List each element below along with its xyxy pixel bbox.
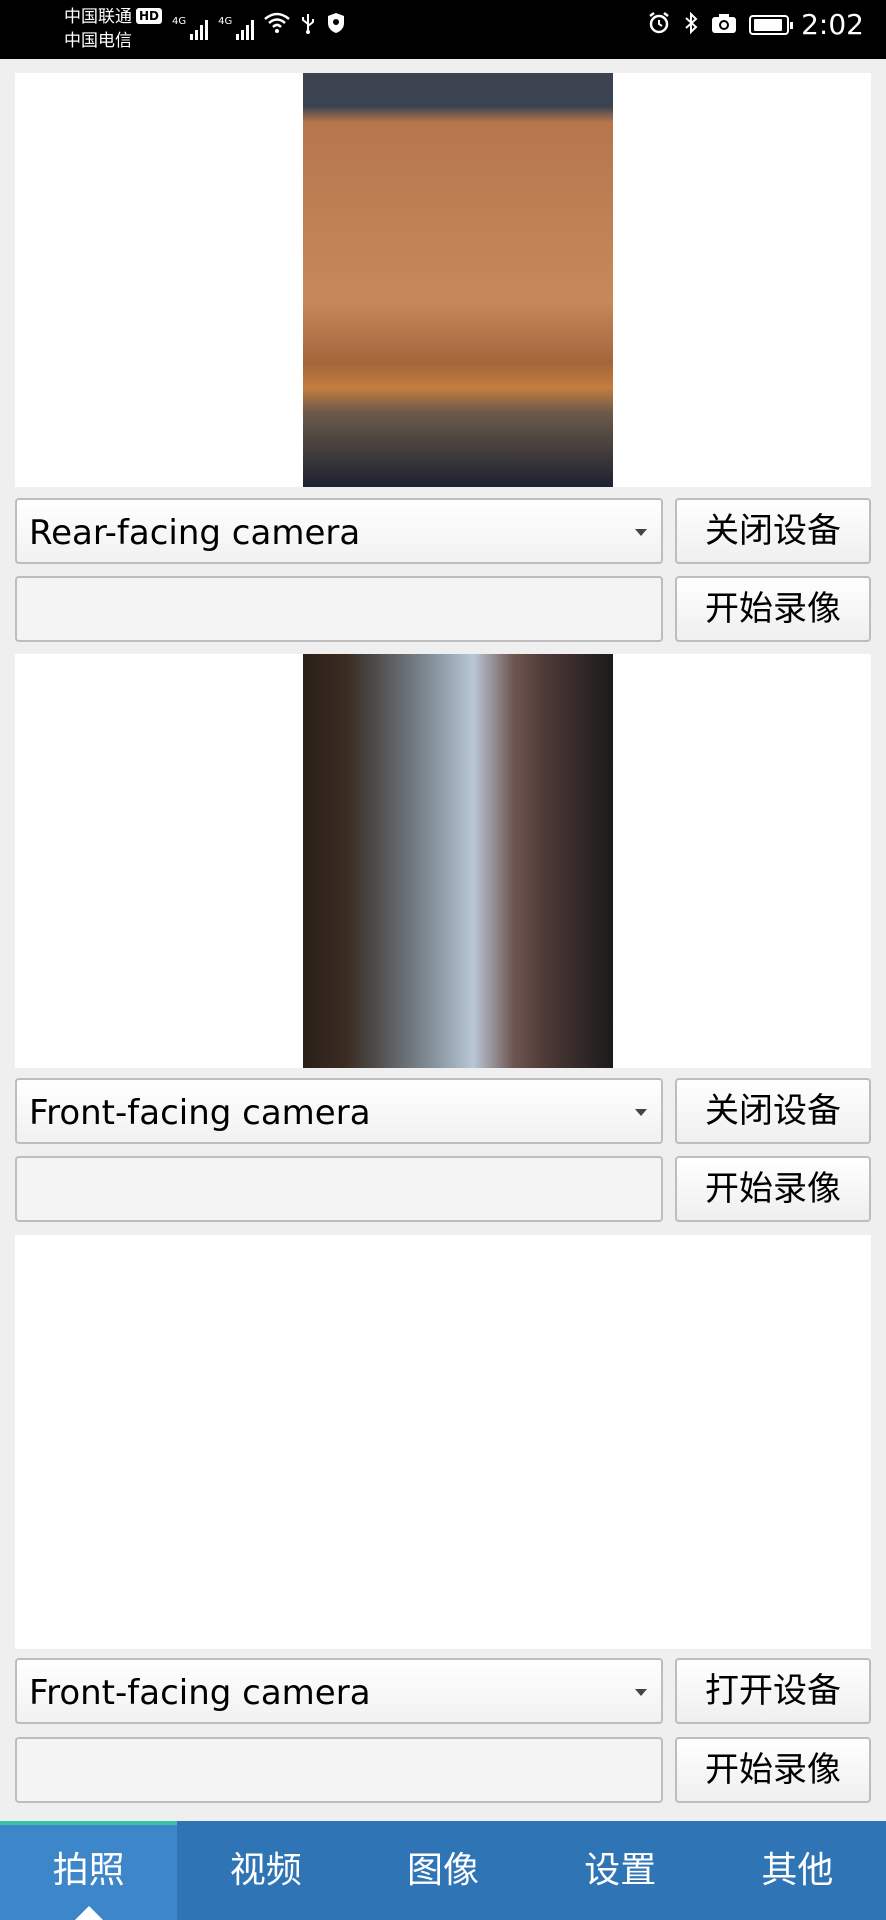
camera-preview-rear <box>15 73 871 487</box>
camera-select-value: Front-facing camera <box>29 1093 371 1133</box>
camera-preview-empty <box>15 1235 871 1649</box>
bluetooth-icon <box>683 11 699 39</box>
carrier-2: 中国电信 <box>64 31 132 51</box>
tab-other[interactable]: 其他 <box>709 1821 886 1920</box>
chevron-down-icon <box>635 1689 647 1696</box>
record-filename-input[interactable] <box>15 1737 663 1803</box>
tab-label: 其他 <box>761 1850 834 1891</box>
record-filename-input[interactable] <box>15 1156 663 1222</box>
status-right: 2:02 <box>647 10 864 40</box>
bottom-tab-bar: 拍照 视频 图像 设置 其他 <box>0 1821 886 1920</box>
open-device-button[interactable]: 打开设备 <box>675 1658 871 1724</box>
tab-label: 视频 <box>229 1850 302 1891</box>
close-device-button[interactable]: 关闭设备 <box>675 498 871 564</box>
camera-select-value: Rear-facing camera <box>29 513 361 553</box>
carrier-info: 中国联通 HD 中国电信 <box>64 5 163 53</box>
hd-badge: HD <box>136 8 163 24</box>
shield-icon <box>326 12 346 40</box>
signal-icon-2: 4G <box>218 16 255 40</box>
start-recording-button[interactable]: 开始录像 <box>675 1737 871 1803</box>
tab-label: 拍照 <box>52 1850 125 1891</box>
status-bar: 中国联通 HD 中国电信 4G 4G 2:02 <box>0 0 886 59</box>
tab-image[interactable]: 图像 <box>354 1821 531 1920</box>
tab-photo[interactable]: 拍照 <box>0 1821 178 1920</box>
tab-label: 设置 <box>584 1850 657 1891</box>
alarm-icon <box>647 11 671 39</box>
chevron-down-icon <box>635 1109 647 1116</box>
active-tab-indicator <box>74 1906 103 1920</box>
camera-icon <box>711 12 737 38</box>
clock: 2:02 <box>801 8 864 41</box>
network-icons: 4G 4G <box>172 12 346 40</box>
camera-preview-front <box>15 654 871 1068</box>
start-recording-button[interactable]: 开始录像 <box>675 576 871 642</box>
camera-feed-image <box>303 73 613 487</box>
camera-select-value: Front-facing camera <box>29 1673 371 1713</box>
tab-label: 图像 <box>407 1850 480 1891</box>
tab-settings[interactable]: 设置 <box>532 1821 709 1920</box>
chevron-down-icon <box>635 529 647 536</box>
battery-icon <box>749 15 794 35</box>
wifi-icon <box>264 12 291 40</box>
camera-select[interactable]: Front-facing camera <box>15 1078 663 1144</box>
record-filename-input[interactable] <box>15 576 663 642</box>
camera-select[interactable]: Front-facing camera <box>15 1658 663 1724</box>
close-device-button[interactable]: 关闭设备 <box>675 1078 871 1144</box>
tab-video[interactable]: 视频 <box>177 1821 354 1920</box>
start-recording-button[interactable]: 开始录像 <box>675 1156 871 1222</box>
carrier-1: 中国联通 <box>64 7 132 27</box>
camera-feed-image <box>303 654 613 1068</box>
signal-icon: 4G <box>172 16 209 40</box>
usb-icon <box>300 12 316 40</box>
camera-select[interactable]: Rear-facing camera <box>15 498 663 564</box>
